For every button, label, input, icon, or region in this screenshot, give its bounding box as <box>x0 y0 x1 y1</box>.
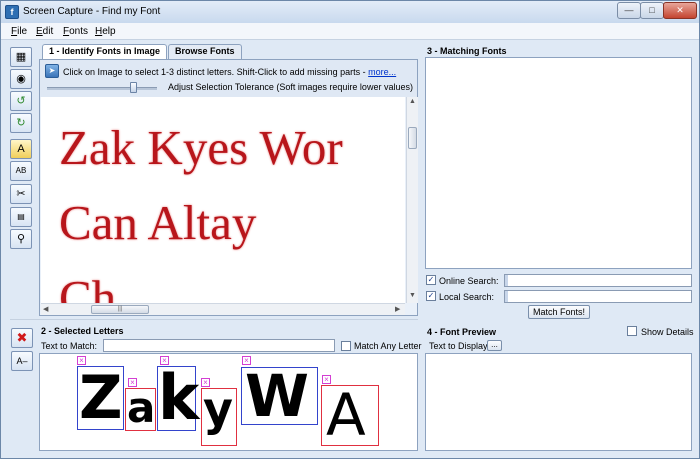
image-toolbar: ▦ ◉ ↺ ↻ A AB ✂ ▤ ⚲ <box>10 45 34 317</box>
match-fonts-button[interactable]: Match Fonts! <box>528 305 590 319</box>
tolerance-slider-track[interactable] <box>47 87 157 90</box>
image-canvas[interactable]: Zak Kyes Wor Can Altay Ch <box>41 97 405 303</box>
scroll-up-icon[interactable]: ▲ <box>409 98 416 105</box>
scroll-left-icon[interactable]: ◀ <box>43 305 48 313</box>
ruler-icon[interactable]: ▤ <box>10 207 32 227</box>
open-image-icon[interactable]: ▦ <box>10 47 32 67</box>
local-search-handle <box>505 291 508 302</box>
remove-letter-x-icon[interactable]: × <box>242 356 251 365</box>
text-to-display-button[interactable]: ... <box>487 340 502 351</box>
matching-fonts-title: 3 - Matching Fonts <box>427 46 507 56</box>
letter-box[interactable]: A <box>321 385 379 446</box>
zoom-icon[interactable]: ⚲ <box>10 229 32 249</box>
show-details-label: Show Details <box>641 327 694 337</box>
online-search-input[interactable] <box>504 274 692 287</box>
remove-letter-x-icon[interactable]: × <box>128 378 137 387</box>
delete-red-x-icon[interactable]: ✖ <box>11 328 33 348</box>
app-icon: f <box>5 5 19 19</box>
specimen-line: Can Altay <box>59 195 257 250</box>
online-search-handle <box>505 275 508 286</box>
tolerance-slider-thumb[interactable] <box>129 82 137 93</box>
title-bar: f Screen Capture - Find my Font — □ ✕ <box>1 1 699 23</box>
letter-box[interactable]: k <box>157 361 200 434</box>
pointer-help-icon: ➤ <box>45 64 59 78</box>
vertical-scroll-thumb[interactable] <box>408 127 417 149</box>
text-to-match-input[interactable] <box>103 339 335 352</box>
text-to-match-label: Text to Match: <box>41 341 98 351</box>
specimen-line: Ch <box>59 270 117 303</box>
image-horizontal-scrollbar[interactable]: ◀ ||| ▶ <box>41 303 405 315</box>
local-search-input[interactable] <box>504 290 692 303</box>
online-search-label: Online Search: <box>439 276 499 286</box>
selection-toolbar: ✖ A– <box>11 328 35 378</box>
font-preview-title: 4 - Font Preview <box>427 327 497 337</box>
text-to-display-label: Text to Display: <box>429 341 491 351</box>
menu-edit[interactable]: Edit <box>36 26 53 37</box>
tab-browse-fonts[interactable]: Browse Fonts <box>168 44 242 59</box>
selected-letters-title: 2 - Selected Letters <box>41 326 124 336</box>
identify-panel: ➤ Click on Image to select 1-3 distinct … <box>39 59 418 316</box>
letter-box[interactable]: Z <box>77 366 124 430</box>
letter-glyph: Z <box>79 363 123 433</box>
horizontal-splitter[interactable] <box>10 319 418 324</box>
remove-letter-x-icon[interactable]: × <box>201 378 210 387</box>
scroll-down-icon[interactable]: ▼ <box>409 292 416 299</box>
letter-glyph: W <box>245 362 309 430</box>
maximize-button[interactable]: □ <box>640 2 664 19</box>
text-detect-icon[interactable]: A <box>10 139 32 159</box>
remove-letter-x-icon[interactable]: × <box>322 375 331 384</box>
letter-glyph: A <box>326 381 366 449</box>
vertical-splitter[interactable] <box>419 43 424 453</box>
letter-glyph: k <box>158 361 200 434</box>
letter-box[interactable]: a <box>125 383 156 432</box>
font-preview-area <box>425 353 692 451</box>
scissors-icon[interactable]: ✂ <box>10 184 32 204</box>
menu-file[interactable]: File <box>11 26 27 37</box>
camera-icon[interactable]: ◉ <box>10 69 32 89</box>
remove-letter-icon[interactable]: A– <box>11 351 33 371</box>
menu-help[interactable]: Help <box>95 26 116 37</box>
online-search-checkbox[interactable]: ✓ <box>426 275 436 285</box>
match-any-letter-label: Match Any Letter <box>354 341 422 351</box>
minimize-button[interactable]: — <box>617 2 641 19</box>
font-compare-icon[interactable]: AB <box>10 161 32 181</box>
letter-glyph: y <box>203 382 233 436</box>
match-any-letter-checkbox[interactable] <box>341 341 351 351</box>
selected-letters-view: Z × a × k × y × W × A × <box>39 353 418 451</box>
local-search-checkbox[interactable]: ✓ <box>426 291 436 301</box>
menu-bar: File Edit Fonts Help <box>1 23 699 40</box>
tolerance-label: Adjust Selection Tolerance (Soft images … <box>168 82 413 92</box>
remove-letter-x-icon[interactable]: × <box>77 356 86 365</box>
letter-box[interactable]: y <box>201 382 237 446</box>
remove-letter-x-icon[interactable]: × <box>160 356 169 365</box>
menu-fonts[interactable]: Fonts <box>63 26 88 37</box>
rotate-right-icon[interactable]: ↻ <box>10 113 32 133</box>
local-search-label: Local Search: <box>439 292 495 302</box>
matching-fonts-list[interactable] <box>425 57 692 269</box>
image-vertical-scrollbar[interactable]: ▲ ▼ <box>406 97 418 303</box>
hint-text: Click on Image to select 1-3 distinct le… <box>63 67 397 77</box>
horizontal-scroll-thumb[interactable]: ||| <box>91 305 149 314</box>
more-link[interactable]: more... <box>368 67 396 77</box>
letter-glyph: a <box>127 383 156 432</box>
tab-identify-fonts[interactable]: 1 - Identify Fonts in Image <box>42 44 168 59</box>
window-title: Screen Capture - Find my Font <box>23 6 161 17</box>
letter-box[interactable]: W <box>241 367 318 425</box>
scroll-right-icon[interactable]: ▶ <box>395 305 400 313</box>
specimen-line: Zak Kyes Wor <box>59 120 343 175</box>
app-window: f Screen Capture - Find my Font — □ ✕ Fi… <box>0 0 700 459</box>
rotate-left-icon[interactable]: ↺ <box>10 91 32 111</box>
close-button[interactable]: ✕ <box>663 2 697 19</box>
show-details-checkbox[interactable] <box>627 326 637 336</box>
hint-bar: ➤ Click on Image to select 1-3 distinct … <box>40 60 417 97</box>
